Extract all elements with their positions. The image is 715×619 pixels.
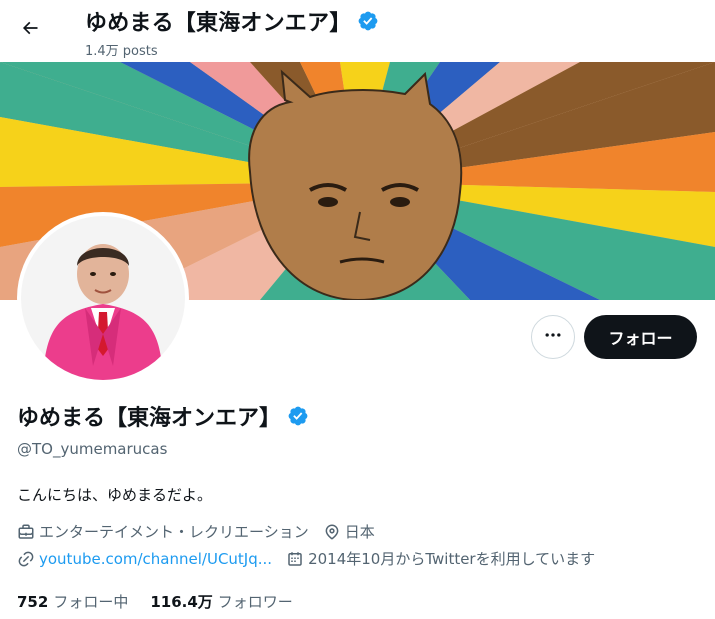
briefcase-icon (17, 523, 35, 541)
link-icon (17, 550, 35, 568)
more-button[interactable] (531, 315, 575, 359)
joined-text: 2014年10月からTwitterを利用しています (308, 550, 596, 568)
back-arrow-icon (20, 18, 40, 42)
verified-badge-icon (357, 10, 379, 32)
profile-meta-row-1: エンターテイメント・レクリエーション 日本 (17, 521, 389, 542)
follow-stats: 752 フォロー中 116.4万 フォロワー (17, 591, 315, 612)
profile-location: 日本 (323, 521, 375, 542)
followers-count: 116.4万 (150, 593, 213, 611)
profile-website[interactable]: youtube.com/channel/UCutJq... (17, 550, 272, 568)
header-title: ゆめまる【東海オンエア】 (85, 5, 379, 37)
following-link[interactable]: 752 フォロー中 (17, 591, 128, 612)
profile-name-row: ゆめまる【東海オンエア】 (17, 400, 309, 432)
header-name: ゆめまる【東海オンエア】 (85, 11, 352, 36)
category-text: エンターテイメント・レクリエーション (39, 523, 309, 541)
following-count: 752 (17, 593, 49, 611)
profile-handle: @TO_yumemarucas (17, 440, 168, 458)
follow-button[interactable]: フォロー (584, 315, 697, 359)
verified-badge-icon[interactable] (287, 405, 309, 427)
more-icon (543, 325, 563, 349)
avatar-image (21, 216, 185, 380)
profile-category: エンターテイメント・レクリエーション (17, 521, 309, 542)
following-label: フォロー中 (53, 593, 129, 611)
followers-label: フォロワー (217, 593, 293, 611)
profile-joined: 2014年10月からTwitterを利用しています (286, 548, 595, 569)
calendar-icon (286, 550, 304, 568)
post-count: 1.4万 posts (85, 44, 158, 59)
profile-meta-row-2: youtube.com/channel/UCutJq... 2014年10月から… (17, 548, 609, 569)
website-link[interactable]: youtube.com/channel/UCutJq... (39, 550, 272, 568)
avatar[interactable] (17, 212, 189, 384)
location-text: 日本 (344, 523, 375, 541)
profile-name: ゆめまる【東海オンエア】 (17, 406, 282, 431)
profile-bio: こんにちは、ゆめまるだよ。 (17, 486, 213, 504)
top-bar: ゆめまる【東海オンエア】 1.4万 posts (0, 0, 715, 62)
back-button[interactable] (12, 12, 48, 48)
location-pin-icon (323, 523, 341, 541)
followers-link[interactable]: 116.4万 フォロワー (150, 591, 292, 612)
